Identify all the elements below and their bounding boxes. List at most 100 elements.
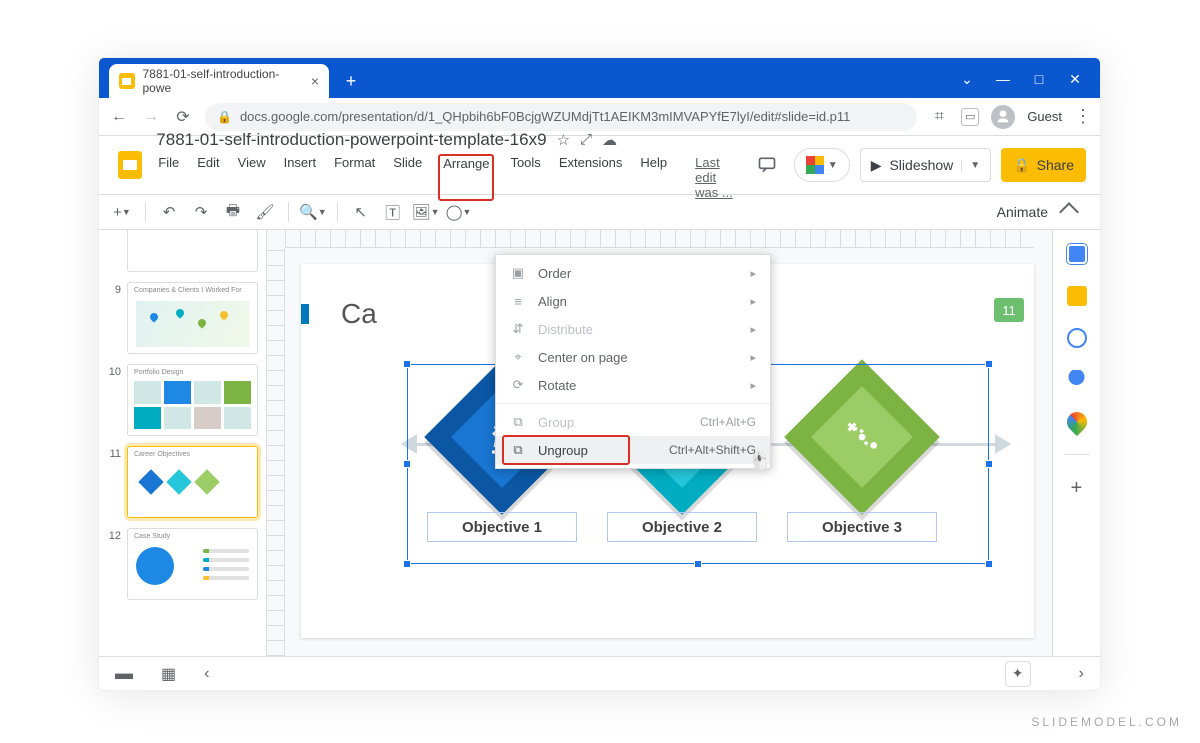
thumbnail[interactable]: 12 Case Study [107, 528, 258, 600]
chevron-down-icon[interactable]: ⌄ [960, 71, 974, 88]
textbox-icon[interactable]: 🅃 [380, 199, 406, 225]
meet-icon [806, 156, 824, 174]
menu-view[interactable]: View [236, 154, 268, 201]
slides-header: 7881-01-self-introduction-powerpoint-tem… [99, 136, 1100, 194]
new-tab-button[interactable]: + [337, 67, 365, 95]
calendar-icon[interactable] [1067, 244, 1087, 264]
last-edit-link[interactable]: Last edit was ... [693, 154, 740, 201]
cursor-pointer-icon: 🖱️ [747, 450, 773, 475]
menu-tools[interactable]: Tools [508, 154, 542, 201]
thumbnail[interactable]: 9 Companies & Clients I Worked For [107, 282, 258, 354]
thumbnail[interactable]: 10 Portfolio Design [107, 364, 258, 436]
thumbnail-active[interactable]: 11 Career Objectives [107, 446, 258, 518]
menu-slide[interactable]: Slide [391, 154, 424, 201]
google-slides-logo-icon[interactable] [113, 147, 146, 183]
maps-icon[interactable] [1062, 408, 1090, 436]
menu-insert[interactable]: Insert [282, 154, 319, 201]
vertical-ruler [267, 248, 285, 656]
back-icon[interactable]: ← [109, 108, 129, 126]
share-button[interactable]: 🔒 Share [1001, 148, 1086, 182]
collapse-animate-icon[interactable] [1059, 202, 1079, 222]
menu-align[interactable]: ≡Align▸ [496, 287, 770, 315]
menu-rotate[interactable]: ⟳Rotate▸ [496, 371, 770, 399]
cloud-status-icon[interactable]: ☁ [602, 131, 617, 149]
slide-heading: Ca [341, 298, 377, 330]
minimize-icon[interactable]: ― [996, 71, 1010, 88]
arrange-dropdown: ▣Order▸ ≡Align▸ ⇵Distribute▸ ⌖Center on … [495, 254, 771, 469]
tab-title: 7881-01-self-introduction-powe [143, 67, 303, 95]
comments-icon[interactable] [750, 148, 784, 182]
undo-icon[interactable]: ↶ [156, 199, 182, 225]
contacts-icon[interactable] [1067, 370, 1087, 390]
slideshow-label: Slideshow [889, 157, 953, 173]
profile-avatar[interactable] [991, 105, 1015, 129]
browser-menu-icon[interactable]: ⋮ [1074, 106, 1090, 127]
browser-titlebar: 7881-01-self-introduction-powe × + ⌄ ― □… [99, 58, 1100, 98]
menu-file[interactable]: File [156, 154, 181, 201]
menu-bar: File Edit View Insert Format Slide Arran… [156, 154, 739, 201]
meet-button[interactable]: ▼ [794, 148, 850, 182]
menu-format[interactable]: Format [332, 154, 377, 201]
resize-handle[interactable] [985, 360, 993, 368]
image-icon[interactable]: 🖼 ▼ [412, 199, 440, 225]
ungroup-icon: ⧉ [510, 442, 526, 458]
zoom-icon[interactable]: 🔍 ▼ [299, 199, 327, 225]
lock-icon: 🔒 [217, 110, 232, 124]
bottom-bar: ▬ ▦ ‹ ✦ › [99, 656, 1100, 690]
play-icon: ▶ [871, 157, 882, 174]
add-addon-icon[interactable]: + [1071, 477, 1083, 500]
slide-number-badge: 11 [994, 298, 1024, 322]
center-icon: ⌖ [510, 349, 526, 365]
resize-handle[interactable] [403, 460, 411, 468]
translate-icon[interactable]: ⌗ [929, 108, 949, 126]
menu-edit[interactable]: Edit [195, 154, 221, 201]
explore-button[interactable]: ✦ [1005, 661, 1031, 687]
tab-close-icon[interactable]: × [311, 73, 319, 89]
move-icon[interactable]: ⤢ [580, 131, 592, 148]
slides-favicon [119, 73, 135, 89]
menu-order[interactable]: ▣Order▸ [496, 259, 770, 287]
side-panel-toggle-icon[interactable]: › [1079, 665, 1084, 683]
thumbnail-panel: 9 Companies & Clients I Worked For 10 Po… [99, 230, 267, 656]
menu-arrange[interactable]: Arrange [438, 154, 494, 201]
collapse-thumbs-icon[interactable]: ‹ [204, 665, 209, 683]
tasks-icon[interactable] [1067, 328, 1087, 348]
menu-help[interactable]: Help [638, 154, 669, 201]
slideshow-button[interactable]: ▶ Slideshow ▼ [860, 148, 992, 182]
menu-ungroup[interactable]: ⧉ Ungroup Ctrl+Alt+Shift+G [496, 436, 770, 464]
forward-icon[interactable]: → [141, 108, 161, 126]
new-slide-button[interactable]: + ▼ [109, 199, 135, 225]
document-title[interactable]: 7881-01-self-introduction-powerpoint-tem… [156, 130, 546, 150]
url-text: docs.google.com/presentation/d/1_QHpbih6… [240, 109, 850, 124]
resize-handle[interactable] [403, 560, 411, 568]
resize-handle[interactable] [985, 460, 993, 468]
filmstrip-view-icon[interactable]: ▬ [115, 663, 133, 684]
grid-view-icon[interactable]: ▦ [161, 664, 176, 684]
resize-handle[interactable] [985, 560, 993, 568]
select-tool-icon[interactable]: ↖ [348, 199, 374, 225]
browser-tab[interactable]: 7881-01-self-introduction-powe × [109, 64, 329, 98]
maximize-icon[interactable]: □ [1032, 71, 1046, 88]
close-window-icon[interactable]: ✕ [1068, 71, 1082, 88]
print-icon[interactable]: 🖶 [220, 199, 246, 225]
menu-group: ⧉GroupCtrl+Alt+G [496, 408, 770, 436]
guest-label: Guest [1027, 109, 1062, 124]
thumbnail[interactable] [107, 230, 258, 272]
share-label: Share [1037, 157, 1074, 173]
menu-extensions[interactable]: Extensions [557, 154, 625, 201]
shape-icon[interactable]: ◯ ▼ [446, 199, 472, 225]
reload-icon[interactable]: ⟳ [173, 107, 193, 127]
star-icon[interactable]: ☆ [557, 131, 570, 149]
animate-label[interactable]: Animate [997, 204, 1048, 220]
distribute-icon: ⇵ [510, 321, 526, 337]
address-bar[interactable]: 🔒 docs.google.com/presentation/d/1_QHpbi… [205, 103, 917, 131]
rotate-icon: ⟳ [510, 377, 526, 393]
redo-icon[interactable]: ↷ [188, 199, 214, 225]
watermark: SLIDEMODEL.COM [1031, 715, 1182, 729]
paint-format-icon[interactable]: 🖌 [252, 199, 278, 225]
keep-icon[interactable] [1067, 286, 1087, 306]
resize-handle[interactable] [403, 360, 411, 368]
resize-handle[interactable] [694, 560, 702, 568]
reader-icon[interactable]: ▭ [961, 108, 979, 126]
menu-center-on-page[interactable]: ⌖Center on page▸ [496, 343, 770, 371]
